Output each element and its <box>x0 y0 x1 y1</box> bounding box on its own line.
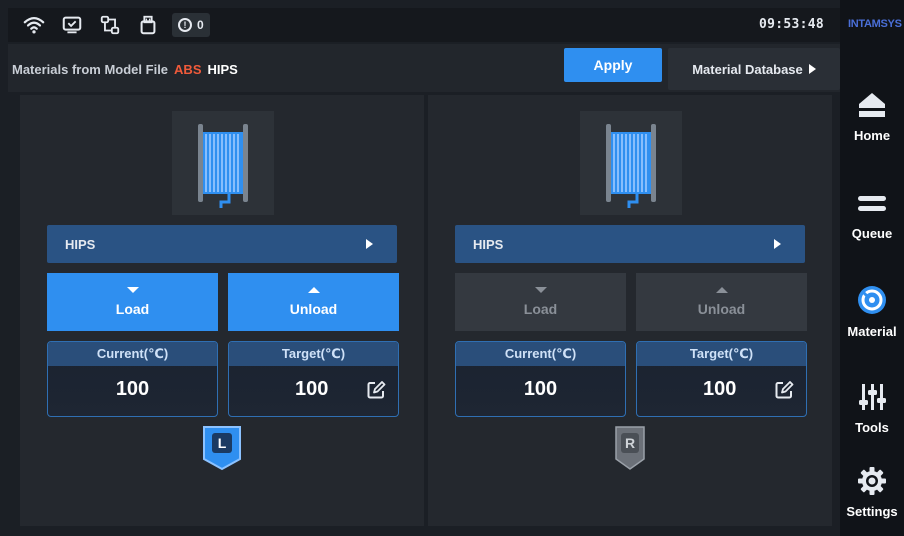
spool-icon <box>172 111 274 215</box>
nav-settings[interactable]: Settings <box>840 446 904 536</box>
queue-icon <box>858 195 886 211</box>
head-letter-right: R <box>625 435 635 451</box>
alert-count: 0 <box>197 18 204 32</box>
nav-tools[interactable]: Tools <box>840 362 904 452</box>
left-extruder-panel: HIPS Load Unload Current(℃) 100 Target(℃… <box>20 92 424 526</box>
current-temp-left: Current(℃) 100 <box>47 341 218 417</box>
current-temp-label: Current(℃) <box>48 342 217 366</box>
header-bar: Materials from Model File ABS HIPS Apply M… <box>8 44 840 92</box>
edit-icon[interactable] <box>366 380 386 400</box>
tools-icon <box>859 383 886 410</box>
settings-icon <box>858 466 886 495</box>
nav-material-label: Material <box>847 323 897 339</box>
material-select-left[interactable]: HIPS <box>47 225 397 263</box>
nav-home-label: Home <box>853 127 891 143</box>
material-icon <box>858 285 886 314</box>
unload-button-left[interactable]: Unload <box>228 273 399 331</box>
alert-badge[interactable]: ! 0 <box>172 13 210 37</box>
home-icon <box>859 92 885 117</box>
left-head-badge: L <box>202 425 242 471</box>
material-database-button[interactable]: Material Database <box>668 48 840 90</box>
chevron-right-icon <box>366 239 373 249</box>
monitor-icon[interactable] <box>60 13 84 37</box>
load-label: Load <box>115 301 150 317</box>
chevron-right-icon <box>808 64 816 74</box>
load-button-left[interactable]: Load <box>47 273 218 331</box>
nav-material[interactable]: Material <box>840 266 904 356</box>
materials-from-file: Materials from Model File ABS HIPS <box>12 62 238 77</box>
load-button-right[interactable]: Load <box>455 273 626 331</box>
usb-icon[interactable] <box>136 13 160 37</box>
wifi-icon[interactable] <box>22 13 46 37</box>
nav-home[interactable]: Home <box>840 70 904 160</box>
side-nav: INTAMSYS Home Queue Material Tools Setti… <box>840 0 904 536</box>
nav-settings-label: Settings <box>846 503 898 519</box>
material-select-right[interactable]: HIPS <box>455 225 805 263</box>
material-abs: ABS <box>174 62 202 77</box>
status-bar: ! 0 09:53:48 <box>8 8 840 42</box>
chevron-right-icon <box>774 239 781 249</box>
arrow-up-icon <box>715 287 728 293</box>
alert-icon: ! <box>178 18 192 32</box>
arrow-down-icon <box>534 287 547 293</box>
materials-label: Materials from Model File <box>12 62 169 77</box>
material-hips: HIPS <box>207 62 238 77</box>
network-icon[interactable] <box>98 13 122 37</box>
material-database-label: Material Database <box>692 61 803 77</box>
target-temp-label: Target(℃) <box>229 342 398 366</box>
unload-label: Unload <box>697 301 746 317</box>
current-temp-right: Current(℃) 100 <box>455 341 626 417</box>
arrow-down-icon <box>126 287 139 293</box>
current-temp-label: Current(℃) <box>456 342 625 366</box>
material-select-label: HIPS <box>473 236 504 252</box>
target-temp-left[interactable]: Target(℃) 100 <box>228 341 399 417</box>
edit-icon[interactable] <box>774 380 794 400</box>
target-temp-right[interactable]: Target(℃) 100 <box>636 341 807 417</box>
load-label: Load <box>523 301 558 317</box>
right-head-badge: R <box>610 425 650 471</box>
arrow-up-icon <box>307 287 320 293</box>
material-select-label: HIPS <box>65 236 96 252</box>
nav-queue-label: Queue <box>851 225 893 241</box>
head-letter-left: L <box>218 435 227 451</box>
right-extruder-panel: HIPS Load Unload Current(℃) 100 Target(℃… <box>428 92 832 526</box>
nav-tools-label: Tools <box>855 419 889 435</box>
nav-queue[interactable]: Queue <box>840 168 904 258</box>
current-temp-value: 100 <box>523 378 558 400</box>
clock: 09:53:48 <box>758 17 824 32</box>
unload-label: Unload <box>289 301 338 317</box>
current-temp-value: 100 <box>115 378 150 400</box>
apply-button[interactable]: Apply <box>564 48 662 82</box>
spool-icon <box>580 111 682 215</box>
target-temp-label: Target(℃) <box>637 342 806 366</box>
brand-logo: INTAMSYS <box>848 18 902 30</box>
unload-button-right[interactable]: Unload <box>636 273 807 331</box>
